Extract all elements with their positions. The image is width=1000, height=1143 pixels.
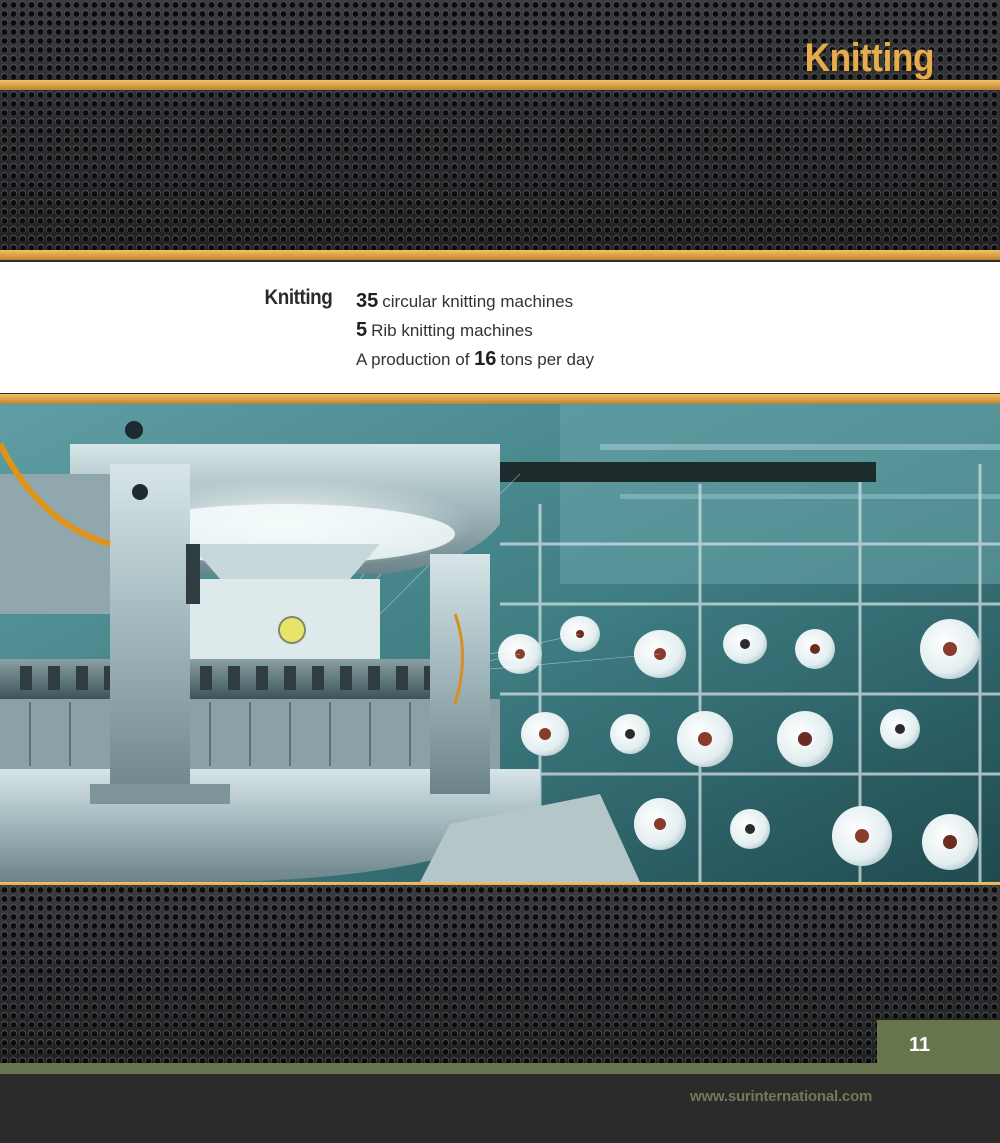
info-panel: Knitting 35 circular knitting machines 5R… <box>0 262 1000 393</box>
website-link[interactable]: www.surinternational.com <box>690 1088 872 1105</box>
olive-divider <box>0 1063 1000 1074</box>
fact-number: 35 <box>356 290 379 312</box>
gold-divider-header-bottom <box>0 250 1000 260</box>
footer-bar: www.surinternational.com <box>0 1074 1000 1143</box>
knitting-machine-photo <box>0 404 1000 882</box>
fact-rib-machines: 5 Rib knitting machines <box>356 319 533 341</box>
fact-number: 16 <box>474 348 497 370</box>
section-label: Knitting <box>264 286 332 309</box>
gold-divider-photo-top <box>0 394 1000 404</box>
page-number-tab: 11 <box>877 1020 1000 1074</box>
fact-production: A production of 16 tons per day <box>356 348 594 370</box>
gold-divider-top <box>0 80 1000 90</box>
page-title: Knitting <box>804 36 935 80</box>
footer-perforated-background <box>0 885 1000 1065</box>
page-number: 11 <box>909 1034 931 1056</box>
fact-circular-machines: 35 circular knitting machines <box>356 290 574 312</box>
fact-number: 5 <box>356 319 368 341</box>
facts-list: 35 circular knitting machines 5 Rib knitti… <box>356 287 594 374</box>
